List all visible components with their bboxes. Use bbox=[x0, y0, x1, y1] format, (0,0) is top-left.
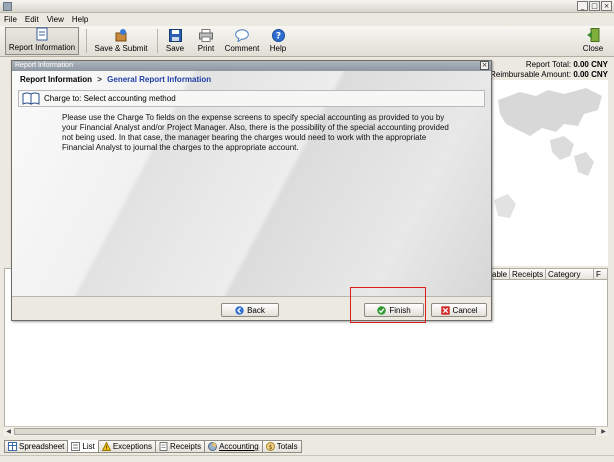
comment-button[interactable]: Comment bbox=[224, 27, 260, 55]
view-tabs: Spreadsheet List ! Exceptions Receipts A… bbox=[4, 440, 302, 453]
print-button[interactable]: Print bbox=[194, 27, 218, 55]
save-submit-button[interactable]: Save & Submit bbox=[92, 27, 150, 55]
save-submit-icon bbox=[114, 28, 128, 42]
back-label: Back bbox=[247, 305, 265, 315]
finish-highlight-box bbox=[350, 287, 426, 323]
grid-header: able Receipts Category F bbox=[490, 268, 608, 280]
toolbar: Report Information Save & Submit Save Pr… bbox=[0, 26, 614, 57]
tab-list[interactable]: List bbox=[68, 440, 99, 453]
report-information-button[interactable]: Report Information bbox=[5, 27, 79, 55]
breadcrumb: Report Information > General Report Info… bbox=[20, 75, 211, 84]
menu-edit[interactable]: Edit bbox=[25, 15, 39, 24]
column-header[interactable]: F bbox=[594, 269, 608, 279]
tab-label: Spreadsheet bbox=[19, 442, 65, 451]
world-map bbox=[490, 80, 608, 266]
speech-bubble-icon bbox=[235, 28, 249, 42]
tab-totals[interactable]: $ Totals bbox=[262, 440, 302, 453]
back-button[interactable]: Back bbox=[221, 303, 279, 317]
report-information-label: Report Information bbox=[8, 43, 76, 52]
cancel-button[interactable]: Cancel bbox=[431, 303, 487, 317]
floppy-disk-icon bbox=[168, 28, 182, 42]
print-label: Print bbox=[197, 44, 215, 53]
breadcrumb-current: General Report Information bbox=[107, 75, 212, 84]
document-icon bbox=[35, 27, 49, 41]
window-controls: _ □ × bbox=[577, 1, 612, 11]
book-icon bbox=[22, 92, 40, 105]
help-icon: ? bbox=[271, 28, 285, 42]
menu-help[interactable]: Help bbox=[72, 15, 88, 24]
toolbar-separator bbox=[157, 29, 158, 53]
step-header: Charge to: Select accounting method bbox=[18, 90, 485, 107]
scroll-right-icon[interactable]: ▶ bbox=[599, 427, 608, 436]
scrollbar-thumb[interactable] bbox=[14, 428, 596, 435]
cancel-x-icon bbox=[440, 305, 450, 315]
column-header[interactable]: able bbox=[490, 269, 510, 279]
menu-view[interactable]: View bbox=[47, 15, 64, 24]
svg-text:!: ! bbox=[105, 445, 107, 451]
reimbursable-value: 0.00 CNY bbox=[573, 70, 608, 79]
close-window-button[interactable]: × bbox=[601, 1, 612, 11]
report-information-dialog: Report Information × Report Information … bbox=[11, 60, 492, 321]
minimize-button[interactable]: _ bbox=[577, 1, 588, 11]
app-titlebar: _ □ × bbox=[0, 0, 614, 13]
app-icon bbox=[3, 2, 12, 11]
receipt-icon bbox=[159, 442, 168, 451]
step-label: Charge to: Select accounting method bbox=[44, 94, 176, 103]
back-arrow-icon bbox=[235, 305, 244, 315]
help-label: Help bbox=[269, 44, 287, 53]
cancel-label: Cancel bbox=[452, 305, 478, 315]
save-submit-label: Save & Submit bbox=[94, 44, 148, 53]
report-total-label: Report Total: bbox=[525, 60, 572, 69]
list-icon bbox=[71, 442, 81, 451]
menu-bar: File Edit View Help bbox=[0, 13, 614, 26]
spreadsheet-icon bbox=[8, 442, 17, 451]
tab-label: Receipts bbox=[169, 442, 202, 451]
accounting-icon bbox=[208, 442, 218, 451]
warning-icon: ! bbox=[101, 442, 111, 451]
breadcrumb-root: Report Information bbox=[20, 75, 92, 84]
dialog-titlebar: Report Information × bbox=[12, 61, 491, 71]
tab-label: Accounting bbox=[219, 442, 259, 451]
tab-label: Exceptions bbox=[112, 442, 152, 451]
reimbursable-label: Reimbursable Amount: bbox=[490, 70, 572, 79]
totals-icon: $ bbox=[265, 442, 275, 451]
dialog-title: Report Information bbox=[15, 62, 73, 69]
svg-text:?: ? bbox=[275, 31, 280, 41]
save-button[interactable]: Save bbox=[163, 27, 187, 55]
menu-file[interactable]: File bbox=[4, 15, 17, 24]
report-total-value: 0.00 CNY bbox=[573, 60, 608, 69]
reimbursable-row: Reimbursable Amount: 0.00 CNY bbox=[490, 70, 608, 80]
scroll-left-icon[interactable]: ◀ bbox=[4, 427, 13, 436]
dialog-close-button[interactable]: × bbox=[480, 61, 489, 70]
report-summary: Report Total: 0.00 CNY Reimbursable Amou… bbox=[490, 60, 608, 80]
column-header-receipts[interactable]: Receipts bbox=[510, 269, 546, 279]
horizontal-scrollbar[interactable]: ◀ ▶ bbox=[4, 426, 608, 436]
close-door-icon bbox=[586, 28, 600, 42]
svg-text:$: $ bbox=[268, 444, 272, 451]
comment-label: Comment bbox=[224, 44, 260, 53]
tab-label: Totals bbox=[276, 442, 298, 451]
dialog-body: Report Information > General Report Info… bbox=[12, 71, 491, 296]
tab-label: List bbox=[82, 442, 95, 451]
tab-exceptions[interactable]: ! Exceptions bbox=[98, 440, 156, 453]
printer-icon bbox=[199, 28, 213, 42]
maximize-button[interactable]: □ bbox=[589, 1, 600, 11]
close-button[interactable]: Close bbox=[580, 27, 606, 55]
tab-accounting[interactable]: Accounting bbox=[205, 440, 263, 453]
status-bar bbox=[0, 455, 614, 462]
report-total-row: Report Total: 0.00 CNY bbox=[490, 60, 608, 70]
save-label: Save bbox=[165, 44, 185, 53]
toolbar-separator bbox=[86, 29, 87, 53]
close-label: Close bbox=[582, 44, 604, 53]
column-header-category[interactable]: Category bbox=[546, 269, 594, 279]
tab-spreadsheet[interactable]: Spreadsheet bbox=[4, 440, 69, 453]
accounting-description: Please use the Charge To fields on the e… bbox=[62, 113, 449, 152]
help-button[interactable]: ? Help bbox=[266, 27, 290, 55]
tab-receipts[interactable]: Receipts bbox=[155, 440, 206, 453]
breadcrumb-separator: > bbox=[97, 75, 102, 84]
